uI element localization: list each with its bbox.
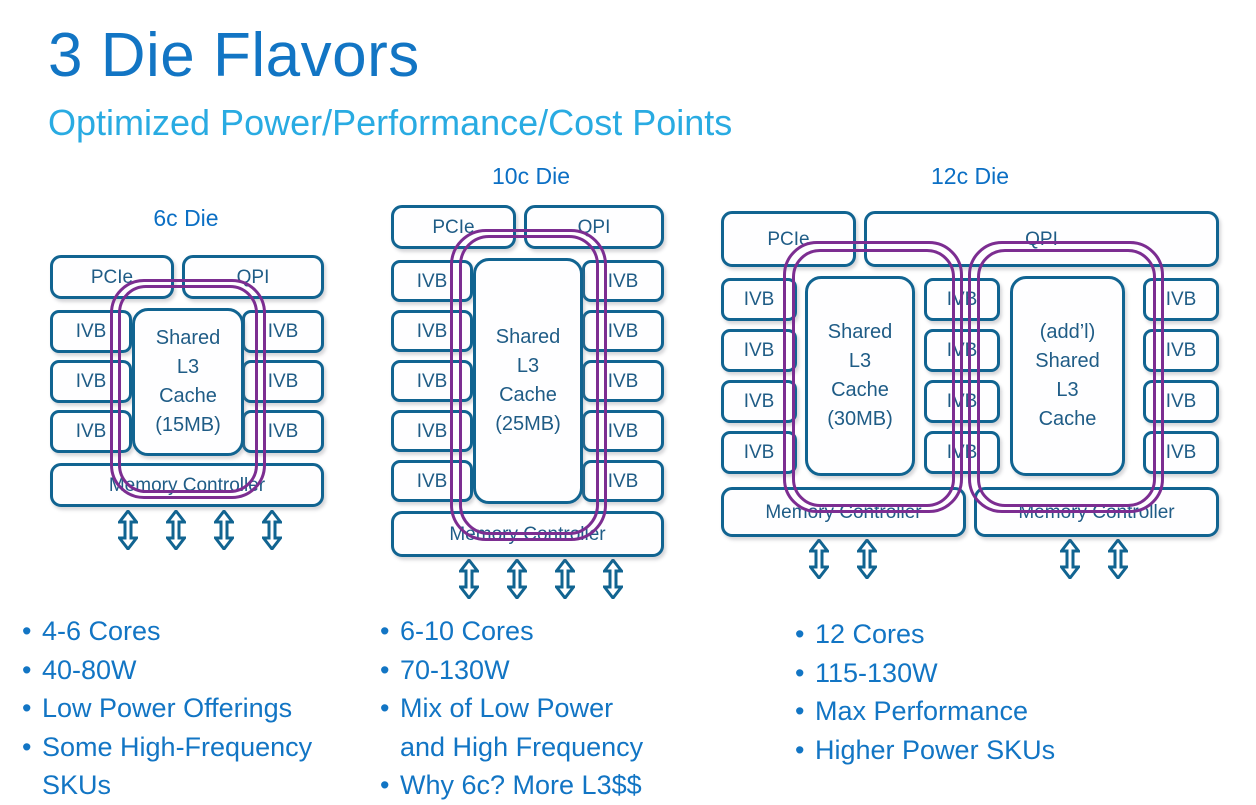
memory-channel-arrow-icon [857, 539, 877, 579]
memory-controller-6c: Memory Controller [50, 463, 324, 507]
memory-channel-arrow-icon [507, 559, 527, 599]
cache-line: Shared [827, 321, 893, 343]
list-item: Why 6c? More L3$$ [380, 766, 710, 805]
cache-line: Shared [495, 326, 561, 348]
cache-line: Cache [1038, 408, 1097, 430]
ivb-block: IVB [391, 460, 473, 502]
cache-line: L3 [176, 356, 200, 378]
memory-channel-arrow-icon [1108, 539, 1128, 579]
ivb-block: IVB [50, 360, 132, 403]
die-title-6c: 6c Die [153, 205, 219, 231]
ivb-block: IVB [721, 380, 797, 423]
die-diagram-6c: 6c Die PCIe QPI IVB IVB IVB IVB IVB IVB … [30, 205, 342, 555]
pcie-block-12c: PCIe [721, 211, 856, 267]
memory-channel-arrow-icon [214, 510, 234, 550]
ivb-block: IVB [50, 410, 132, 453]
page-title: 3 Die Flavors [48, 21, 420, 90]
bullets-10c: 6-10 Cores 70-130W Mix of Low Power and … [380, 612, 710, 805]
memory-controller-10c: Memory Controller [391, 511, 664, 557]
list-item: 40-80W [22, 651, 362, 690]
list-item: and High Frequency [400, 731, 644, 762]
ivb-block: IVB [582, 460, 664, 502]
list-item: Higher Power SKUs [795, 731, 1195, 770]
memory-controller-12c-left: Memory Controller [721, 487, 966, 537]
ivb-block: IVB [391, 260, 473, 302]
ivb-block: IVB [721, 278, 797, 321]
ivb-block: IVB [1143, 278, 1219, 321]
cache-line: (15MB) [155, 414, 221, 436]
ivb-block: IVB [1143, 380, 1219, 423]
memory-channel-arrow-icon [262, 510, 282, 550]
die-diagram-10c: 10c Die PCIe QPI IVB IVB IVB IVB IVB IVB… [378, 163, 684, 599]
bullets-12c: 12 Cores 115-130W Max Performance Higher… [795, 615, 1195, 769]
ivb-block: IVB [924, 278, 1000, 321]
ivb-block: IVB [582, 360, 664, 402]
die-title-12c: 12c Die [931, 163, 1009, 189]
ivb-block: IVB [50, 310, 132, 353]
pcie-block-6c: PCIe [50, 255, 174, 299]
memory-channel-arrow-icon [1060, 539, 1080, 579]
cache-line: Cache [499, 384, 557, 406]
ivb-block: IVB [924, 380, 1000, 423]
memory-channel-arrow-icon [459, 559, 479, 599]
ivb-block: IVB [391, 360, 473, 402]
qpi-block-12c: QPI [864, 211, 1219, 267]
memory-channel-arrow-icon [118, 510, 138, 550]
ivb-block: IVB [924, 431, 1000, 474]
ivb-block: IVB [721, 329, 797, 372]
ivb-block: IVB [242, 310, 324, 353]
cache-line: L3 [1056, 379, 1079, 401]
cache-line: Cache [831, 379, 889, 401]
ivb-block: IVB [1143, 431, 1219, 474]
memory-channel-arrow-icon [809, 539, 829, 579]
ivb-block: IVB [391, 410, 473, 452]
memory-arrows-12c-right [1060, 539, 1128, 579]
list-item: Low Power Offerings [22, 689, 362, 728]
ivb-block: IVB [242, 360, 324, 403]
ivb-block: IVB [242, 410, 324, 453]
pcie-block-10c: PCIe [391, 205, 516, 249]
cache-line: L3 [848, 350, 872, 372]
list-item: 70-130W [380, 651, 710, 690]
shared-l3-cache-12c-left: Shared L3 Cache (30MB) [805, 276, 915, 476]
cache-line: (30MB) [827, 408, 893, 430]
die-diagram-12c: 12c Die PCIe QPI IVB IVB IVB IVB Shared … [712, 163, 1228, 579]
die-title-10c: 10c Die [492, 163, 570, 189]
cache-line: (add’l) [1039, 321, 1096, 343]
cache-line: Shared [155, 327, 221, 349]
ivb-block: IVB [721, 431, 797, 474]
bullets-6c: 4-6 Cores 40-80W Low Power Offerings Som… [22, 612, 362, 805]
ivb-block: IVB [582, 410, 664, 452]
ivb-block: IVB [582, 310, 664, 352]
memory-channel-arrow-icon [603, 559, 623, 599]
cache-line: Cache [159, 385, 217, 407]
list-item: 115-130W [795, 654, 1195, 693]
shared-l3-cache-10c: Shared L3 Cache (25MB) [473, 258, 583, 504]
list-item: SKUs [42, 770, 112, 800]
qpi-block-10c: QPI [524, 205, 664, 249]
cache-line: Shared [1035, 350, 1100, 372]
list-item: Some High-Frequency [22, 728, 362, 767]
cache-line: L3 [516, 355, 540, 377]
additional-shared-l3-cache-12c-right: (add’l) Shared L3 Cache [1010, 276, 1125, 476]
ivb-block: IVB [582, 260, 664, 302]
page-subtitle: Optimized Power/Performance/Cost Points [48, 102, 733, 143]
memory-arrows-6c [118, 510, 282, 550]
memory-controller-12c-right: Memory Controller [974, 487, 1219, 537]
memory-arrows-10c [459, 559, 623, 599]
list-item: Max Performance [795, 692, 1195, 731]
list-item: 6-10 Cores [380, 612, 710, 651]
list-item: 12 Cores [795, 615, 1195, 654]
qpi-block-6c: QPI [182, 255, 324, 299]
cache-line: (25MB) [495, 413, 561, 435]
list-item: 4-6 Cores [22, 612, 362, 651]
ivb-block: IVB [391, 310, 473, 352]
shared-l3-cache-6c: Shared L3 Cache (15MB) [132, 308, 244, 456]
memory-channel-arrow-icon [166, 510, 186, 550]
memory-channel-arrow-icon [555, 559, 575, 599]
list-item: Mix of Low Power [380, 689, 710, 728]
ivb-block: IVB [1143, 329, 1219, 372]
memory-arrows-12c-left [809, 539, 877, 579]
ivb-block: IVB [924, 329, 1000, 372]
